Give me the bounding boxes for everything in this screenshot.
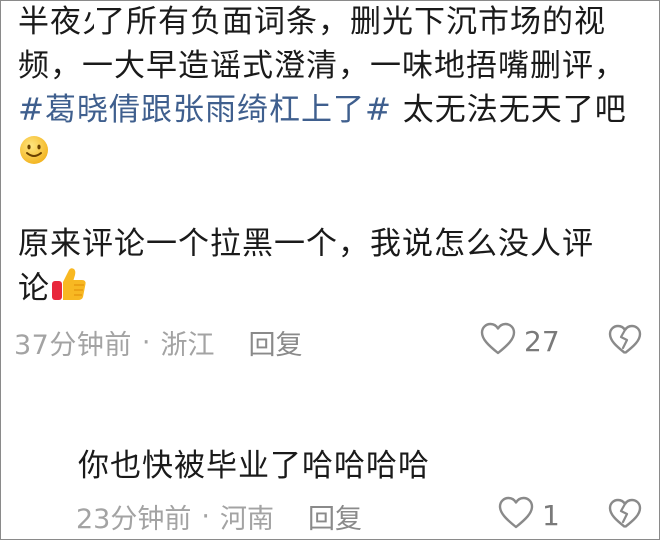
hashtag-link[interactable]: #葛晓倩跟张雨绮杠上了# — [18, 92, 392, 128]
smile-emoji-icon — [18, 134, 50, 178]
comment-location: 浙江 — [160, 329, 215, 361]
comment-dislike-button[interactable] — [608, 324, 642, 360]
comment-text-line2: 频，一大早造谣式澄清，一味地捂嘴删评， — [18, 48, 626, 84]
reply-like-count: 1 — [542, 498, 560, 532]
heart-outline-icon — [480, 322, 516, 360]
comment-paragraph-2: 原来评论一个拉黑一个，我说怎么没人评 论 — [18, 222, 648, 314]
reply-reply-button[interactable]: 回复 — [308, 497, 362, 536]
meta-separator: · — [201, 500, 210, 532]
comment-text-line1-rest: 了所有负面词条，删光下沉市场的视 — [94, 4, 606, 40]
comment-text-line1-partial: 火 — [82, 0, 94, 44]
comment-like-button[interactable]: 27 — [480, 322, 560, 360]
comment-timestamp: 37分钟前 — [14, 329, 132, 361]
reply-meta-row: 23分钟前 · 河南 回复 — [76, 494, 656, 538]
reply-comment-text: 你也快被毕业了哈哈哈哈 — [78, 448, 430, 484]
comment-text-line1: 半夜 — [18, 4, 82, 40]
comment-like-count: 27 — [524, 324, 560, 358]
reply-like-button[interactable]: 1 — [498, 496, 560, 534]
broken-heart-icon — [608, 324, 642, 360]
broken-heart-icon — [608, 498, 642, 534]
thumbs-up-emoji-icon — [50, 266, 88, 314]
meta-separator: · — [141, 326, 151, 358]
heart-outline-icon — [498, 496, 534, 534]
reply-dislike-button[interactable] — [608, 498, 642, 534]
comment-text-para2-line1: 原来评论一个拉黑一个，我说怎么没人评 — [18, 225, 594, 262]
comment-paragraph-1: 半夜火了所有负面词条，删光下沉市场的视 频，一大早造谣式澄清，一味地捂嘴删评， … — [18, 0, 648, 178]
comment-reply-button[interactable]: 回复 — [248, 323, 302, 362]
comment-text-para2-line2: 论 — [18, 270, 50, 306]
reply-location: 河南 — [219, 503, 274, 535]
comment-body: 半夜火了所有负面词条，删光下沉市场的视 频，一大早造谣式澄清，一味地捂嘴删评， … — [18, 0, 648, 314]
reply-timestamp: 23分钟前 — [76, 503, 192, 535]
comment-text-line3: 太无法无天了吧 — [391, 92, 627, 128]
